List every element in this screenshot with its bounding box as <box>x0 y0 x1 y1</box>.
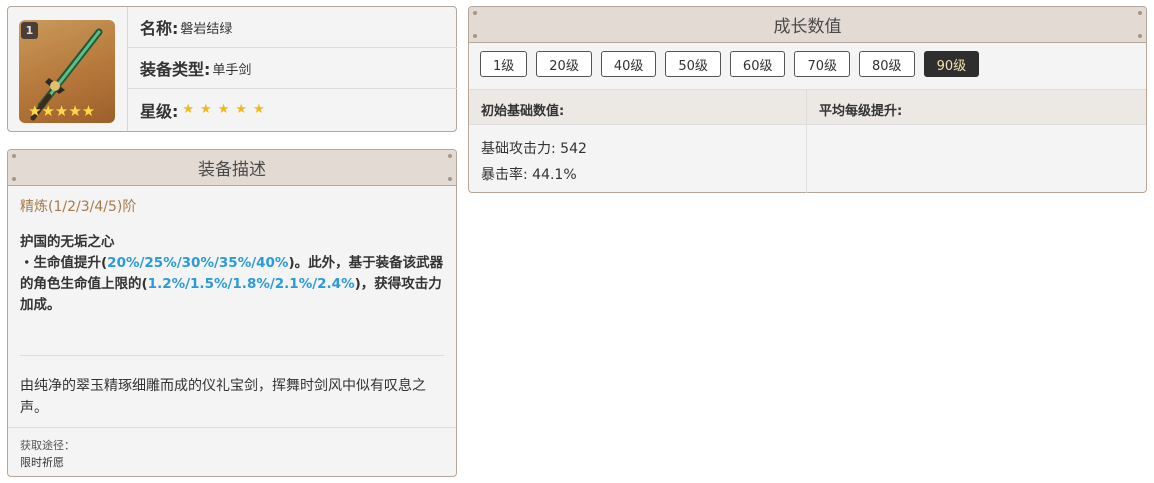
growth-header: 成长数值 <box>469 7 1146 43</box>
growth-title: 成长数值 <box>773 17 842 37</box>
level-button-70[interactable]: 70级 <box>794 51 851 77</box>
name-value: 磐岩结绿 <box>180 21 233 37</box>
type-value: 单手剑 <box>212 62 252 78</box>
name-row: 名称: 磐岩结绿 <box>128 7 457 48</box>
stat-table-header: 初始基础数值: 平均每级提升: <box>469 89 1146 125</box>
level-button-40[interactable]: 40级 <box>600 51 657 77</box>
divider <box>8 427 456 428</box>
passive-name: 护国的无垢之心 <box>20 234 115 250</box>
passive-effect: ・生命值提升(20%/25%/30%/35%/40%)。此外，基于装备该武器的角… <box>20 253 448 316</box>
passive-text-1: ・生命值提升( <box>20 255 108 271</box>
level-button-20[interactable]: 20级 <box>536 51 592 77</box>
corner-dot <box>473 34 477 38</box>
corner-dot <box>448 154 452 158</box>
crit-rate-stat: 暴击率: 44.1% <box>481 167 577 183</box>
refine-rank-badge: 1 <box>21 22 38 39</box>
base-stats-title: 初始基础数值: <box>481 104 565 119</box>
passive-description: 护国的无垢之心 ・生命值提升(20%/25%/30%/35%/40%)。此外，基… <box>20 232 448 316</box>
corner-dot <box>12 177 16 181</box>
description-card: 装备描述 精炼(1/2/3/4/5)阶 护国的无垢之心 ・生命值提升(20%/2… <box>7 149 457 477</box>
type-row: 装备类型: 单手剑 <box>128 48 457 89</box>
level-selector: 1级 20级 40级 50级 60级 70级 80级 90级 <box>480 51 980 77</box>
level-button-80[interactable]: 80级 <box>859 51 915 77</box>
level-button-90[interactable]: 90级 <box>923 51 980 77</box>
corner-dot <box>12 154 16 158</box>
per-level-title: 平均每级提升: <box>819 104 903 119</box>
passive-atk-values: 1.2%/1.5%/1.8%/2.1%/2.4% <box>147 276 355 292</box>
flavor-text: 由纯净的翠玉精琢细雕而成的仪礼宝剑，挥舞时剑风中似有叹息之声。 <box>20 378 426 416</box>
column-divider <box>806 89 807 193</box>
refine-title: 精炼(1/2/3/4/5)阶 <box>20 199 137 215</box>
name-label: 名称: <box>140 19 179 38</box>
corner-dot <box>448 177 452 181</box>
type-label: 装备类型: <box>140 60 211 79</box>
base-atk-stat: 基础攻击力: 542 <box>481 141 587 157</box>
icon-stars: ★★★★★ <box>28 102 96 120</box>
rarity-row: 星级: ★★★★★ <box>128 89 457 130</box>
obtain-label: 获取途径： <box>20 439 75 452</box>
weapon-info-card: 1 ★★★★★ 名称: 磐岩结绿 装备类型: 单手剑 星级: ★★★★★ <box>7 6 457 132</box>
description-header: 装备描述 <box>8 150 456 186</box>
weapon-icon: 1 ★★★★★ <box>19 20 115 123</box>
divider <box>20 355 444 356</box>
rarity-stars: ★★★★★ <box>182 102 271 117</box>
obtain-value: 限时祈愿 <box>20 456 64 469</box>
rarity-label: 星级: <box>140 101 179 121</box>
description-title: 装备描述 <box>198 160 266 180</box>
passive-hp-values: 20%/25%/30%/35%/40% <box>107 255 289 271</box>
level-button-50[interactable]: 50级 <box>665 51 721 77</box>
level-button-60[interactable]: 60级 <box>729 51 786 77</box>
corner-dot <box>473 11 477 15</box>
corner-dot <box>1138 34 1142 38</box>
corner-dot <box>1138 11 1142 15</box>
growth-card: 成长数值 1级 20级 40级 50级 60级 70级 80级 90级 初始基础… <box>468 6 1147 193</box>
level-button-1[interactable]: 1级 <box>480 51 528 77</box>
